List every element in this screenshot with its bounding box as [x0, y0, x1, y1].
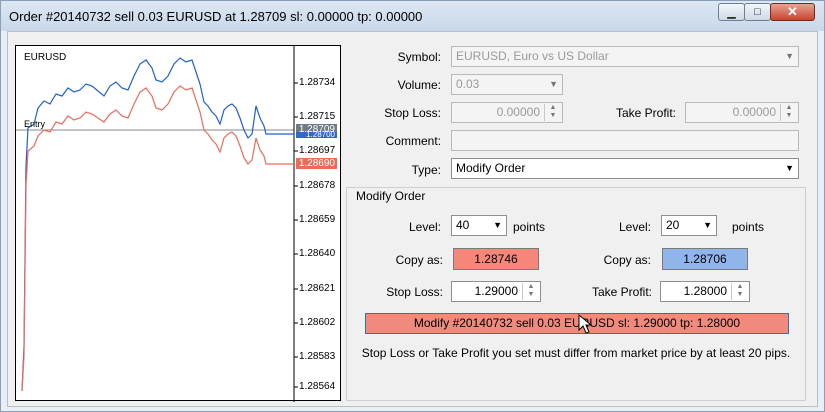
- modify-takeprofit-label: Take Profit:: [591, 285, 652, 299]
- entry-label: Entry: [24, 119, 46, 129]
- modify-stoploss-label: Stop Loss:: [386, 285, 443, 299]
- symbol-value: EURUSD, Euro vs US Dollar: [456, 49, 609, 63]
- close-icon: ✕: [787, 4, 798, 19]
- price-tick: 1.28583: [299, 351, 336, 362]
- chart-symbol: EURUSD: [24, 52, 67, 63]
- bid-price-line: [21, 85, 294, 392]
- stoploss-value: 0.00000: [496, 105, 540, 119]
- modify-order-button[interactable]: Modify #20140732 sell 0.03 EURUSD sl: 1.…: [365, 313, 789, 334]
- takeprofit-label: Take Profit:: [615, 106, 676, 120]
- minimize-icon: ▁: [727, 6, 736, 19]
- level-left-select[interactable]: 40 ▼: [451, 215, 507, 236]
- type-value: Modify Order: [456, 161, 526, 175]
- minimize-button[interactable]: ▁: [718, 3, 745, 21]
- tick-chart: EURUSD Entry 1.28734 1.28715 1.28697 1.2…: [15, 45, 341, 402]
- order-dialog: Order #20140732 sell 0.03 EURUSD at 1.28…: [0, 0, 825, 412]
- comment-label: Comment:: [385, 134, 441, 148]
- chevron-down-icon: ▼: [549, 79, 558, 89]
- modify-takeprofit-value: 1.28000: [683, 284, 727, 298]
- copy-as-left-button[interactable]: 1.28746: [453, 248, 539, 270]
- price-tick: 1.28640: [299, 248, 336, 259]
- copy-as-right-button[interactable]: 1.28706: [662, 248, 748, 270]
- price-tick: 1.28715: [299, 111, 336, 122]
- validation-note: Stop Loss or Take Profit you set must di…: [361, 346, 791, 360]
- maximize-icon: □: [754, 6, 761, 18]
- modify-stoploss-value: 1.29000: [474, 284, 518, 298]
- price-tick: 1.28602: [299, 317, 336, 328]
- stoploss-label: Stop Loss:: [384, 106, 441, 120]
- chevron-down-icon: ▼: [785, 51, 794, 61]
- spinner-icon[interactable]: ▲ ▼: [522, 283, 539, 300]
- price-tick: 1.28564: [299, 381, 336, 392]
- close-button[interactable]: ✕: [770, 3, 815, 21]
- type-label: Type:: [411, 163, 441, 177]
- modify-stoploss-input[interactable]: 1.29000 ▲ ▼: [451, 281, 541, 302]
- copy-as-right-label: Copy as:: [603, 253, 651, 267]
- level-left-label: Level:: [408, 220, 441, 234]
- level-right-select[interactable]: 20 ▼: [661, 215, 717, 236]
- type-select[interactable]: Modify Order ▼: [451, 158, 799, 179]
- chevron-down-icon: ▼: [703, 220, 712, 230]
- takeprofit-input[interactable]: 0.00000 ▲ ▼: [685, 102, 799, 123]
- modify-takeprofit-input[interactable]: 1.28000 ▲ ▼: [660, 281, 750, 302]
- price-tick: 1.28659: [299, 214, 336, 225]
- points-right-label: points: [732, 220, 765, 234]
- title-bar[interactable]: Order #20140732 sell 0.03 EURUSD at 1.28…: [1, 1, 824, 31]
- spinner-icon[interactable]: ▲ ▼: [731, 283, 748, 300]
- stoploss-input[interactable]: 0.00000 ▲ ▼: [451, 102, 563, 123]
- copy-as-left-label: Copy as:: [395, 253, 443, 267]
- level-left-value: 40: [456, 218, 470, 232]
- chevron-down-icon: ▼: [493, 220, 502, 230]
- red-price-box: 1.28690: [296, 158, 337, 169]
- maximize-button[interactable]: □: [744, 3, 771, 21]
- mouse-cursor-icon: [578, 314, 593, 334]
- level-right-value: 20: [666, 218, 680, 232]
- spinner-icon[interactable]: ▲ ▼: [780, 104, 797, 121]
- comment-input[interactable]: [451, 130, 799, 151]
- level-right-label: Level:: [618, 220, 651, 234]
- window-title: Order #20140732 sell 0.03 EURUSD at 1.28…: [9, 9, 423, 24]
- ask-price-line: [21, 57, 294, 392]
- takeprofit-value: 0.00000: [732, 105, 776, 119]
- chevron-down-icon: ▼: [785, 163, 794, 173]
- price-tick: 1.28734: [299, 77, 336, 88]
- chart-canvas: [16, 46, 298, 402]
- price-tick: 1.28678: [299, 180, 336, 191]
- price-tick: 1.28621: [299, 283, 336, 294]
- modify-order-group-label: Modify Order: [356, 189, 426, 203]
- spinner-icon[interactable]: ▲ ▼: [544, 104, 561, 121]
- price-tick: 1.28697: [299, 145, 336, 156]
- volume-label: Volume:: [397, 78, 441, 92]
- ask-price-box: 1.28700: [296, 131, 337, 139]
- points-left-label: points: [513, 220, 546, 234]
- volume-select[interactable]: 0.03 ▼: [451, 74, 563, 95]
- volume-value: 0.03: [456, 77, 480, 91]
- symbol-label: Symbol:: [397, 50, 441, 64]
- symbol-select[interactable]: EURUSD, Euro vs US Dollar ▼: [451, 46, 799, 67]
